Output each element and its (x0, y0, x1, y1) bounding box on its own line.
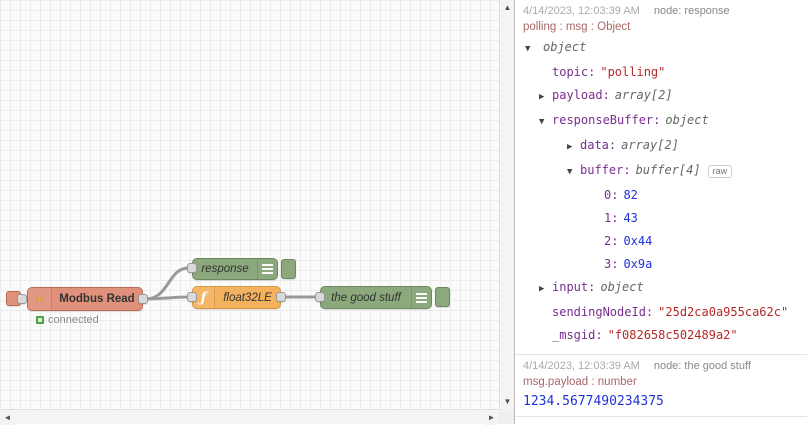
payload-value: 1234.5677490234375 (523, 394, 664, 409)
scrollbar-corner (499, 409, 514, 424)
object-tree: ▼ object topic: "polling" ▶ payload: array[2… (523, 36, 799, 347)
tree-row: ▶ input: object (523, 276, 799, 301)
source-node-label[interactable]: node: response (654, 5, 730, 17)
tree-value: 0x9a (623, 257, 653, 271)
response-input-port[interactable] (187, 263, 197, 273)
flow-canvas[interactable]: ✳ Modbus Read connected response ƒ float… (0, 0, 499, 409)
modbus-output-port[interactable] (138, 294, 148, 304)
response-debug-toggle-button[interactable] (281, 259, 296, 279)
tree-value: array[2] (621, 138, 679, 152)
collapse-icon[interactable]: ▼ (567, 165, 580, 180)
float32le-output-port[interactable] (276, 292, 286, 302)
good-stuff-debug-toggle-button[interactable] (435, 287, 450, 307)
debug-icon (262, 264, 273, 274)
tree-row: 0: 82 (523, 184, 799, 207)
expand-icon[interactable]: ▶ (539, 90, 552, 105)
wire-layer (143, 266, 319, 301)
tree-row: sendingNodeId: "25d2ca0a955ca62c" (523, 301, 799, 324)
tree-row: ▶ data: array[2] (523, 134, 799, 159)
scroll-left-button[interactable]: ◄ (0, 410, 15, 425)
tree-key: 2: (604, 234, 619, 248)
tree-key: 0: (604, 188, 619, 202)
tree-key: sendingNodeId: (552, 305, 654, 319)
float32le-node-label: float32LE (223, 291, 272, 304)
modbus-input-port[interactable] (17, 294, 27, 304)
tree-value: 82 (623, 188, 638, 202)
scroll-down-button[interactable]: ▼ (500, 394, 515, 409)
tree-row: ▼ responseBuffer: object (523, 109, 799, 134)
tree-value: array[2] (614, 88, 673, 102)
tree-row: 2: 0x44 (523, 230, 799, 253)
good-stuff-node-label: the good stuff (331, 291, 401, 304)
debug-message: 4/14/2023, 12:03:39 AM node: response po… (515, 0, 807, 355)
good-stuff-input-port[interactable] (315, 292, 325, 302)
debug-message-header: 4/14/2023, 12:03:39 AM node: the good st… (523, 360, 799, 372)
float32le-input-port[interactable] (187, 292, 197, 302)
float32le-function-node[interactable]: ƒ float32LE (192, 286, 281, 309)
tree-key: 1: (604, 211, 619, 225)
message-topic: msg.payload : number (523, 376, 637, 388)
tree-key: _msgid: (552, 328, 603, 342)
raw-toggle-button[interactable]: raw (707, 165, 733, 178)
tree-value: "25d2ca0a955ca62c" (658, 305, 789, 319)
good-stuff-debug-node[interactable]: the good stuff (320, 286, 432, 309)
tree-key: responseBuffer: (552, 113, 661, 127)
response-debug-node[interactable]: response (192, 258, 278, 280)
modbus-read-node[interactable]: ✳ Modbus Read (27, 287, 143, 311)
timestamp: 4/14/2023, 12:03:39 AM (523, 360, 640, 372)
tree-key: buffer: (580, 163, 631, 177)
tree-value: object (543, 40, 587, 54)
vertical-scrollbar[interactable]: ▲ ▼ (499, 0, 515, 409)
collapse-icon[interactable]: ▼ (539, 115, 552, 130)
expand-icon[interactable]: ▶ (539, 282, 552, 297)
wire[interactable] (143, 266, 191, 301)
tree-value: buffer[4] (635, 163, 701, 177)
debug-node-icon-area (257, 259, 277, 279)
debug-icon (416, 292, 427, 303)
tree-row: ▶ payload: array[2] (523, 84, 799, 109)
tree-value: "polling" (600, 65, 666, 79)
status-text: connected (48, 314, 99, 326)
debug-message: 4/14/2023, 12:03:39 AM node: the good st… (515, 355, 807, 417)
response-node-label: response (201, 263, 249, 275)
horizontal-scrollbar[interactable]: ◄ ► (0, 409, 499, 425)
scroll-right-button[interactable]: ► (484, 410, 499, 425)
tree-key: topic: (552, 65, 596, 79)
tree-row: 1: 43 (523, 207, 799, 230)
tree-key: data: (580, 138, 617, 152)
expand-icon[interactable]: ▶ (567, 140, 580, 155)
tree-key: payload: (552, 88, 610, 102)
tree-key: 3: (604, 257, 619, 271)
tree-row: 3: 0x9a (523, 253, 799, 276)
tree-row: ▼ buffer: buffer[4] raw (523, 159, 799, 184)
modbus-status: connected (36, 314, 99, 326)
tree-value: 0x44 (623, 234, 653, 248)
timestamp: 4/14/2023, 12:03:39 AM (523, 5, 640, 17)
collapse-icon[interactable]: ▼ (525, 42, 538, 57)
debug-node-icon-area (411, 287, 431, 308)
status-ring-icon (36, 316, 44, 324)
source-node-label[interactable]: node: the good stuff (654, 360, 751, 372)
function-icon: ƒ (200, 289, 207, 306)
tree-value: 43 (623, 211, 638, 225)
tree-row: ▼ object (523, 36, 799, 61)
debug-message-header: 4/14/2023, 12:03:39 AM node: response (523, 5, 799, 17)
scroll-up-button[interactable]: ▲ (500, 0, 515, 15)
tree-key: input: (552, 280, 596, 294)
modbus-icon: ✳ (34, 291, 45, 307)
tree-value: object (665, 113, 709, 127)
modbus-node-icon-area: ✳ (28, 288, 52, 310)
tree-value: "f082658c502489a2" (607, 328, 738, 342)
debug-sidebar: 4/14/2023, 12:03:39 AM node: response po… (514, 0, 807, 424)
tree-value: object (600, 280, 644, 294)
node-red-window: ✳ Modbus Read connected response ƒ float… (0, 0, 807, 425)
tree-row: topic: "polling" (523, 61, 799, 84)
message-topic: polling : msg : Object (523, 21, 631, 33)
tree-row: _msgid: "f082658c502489a2" (523, 324, 799, 347)
modbus-node-label: Modbus Read (59, 293, 135, 305)
